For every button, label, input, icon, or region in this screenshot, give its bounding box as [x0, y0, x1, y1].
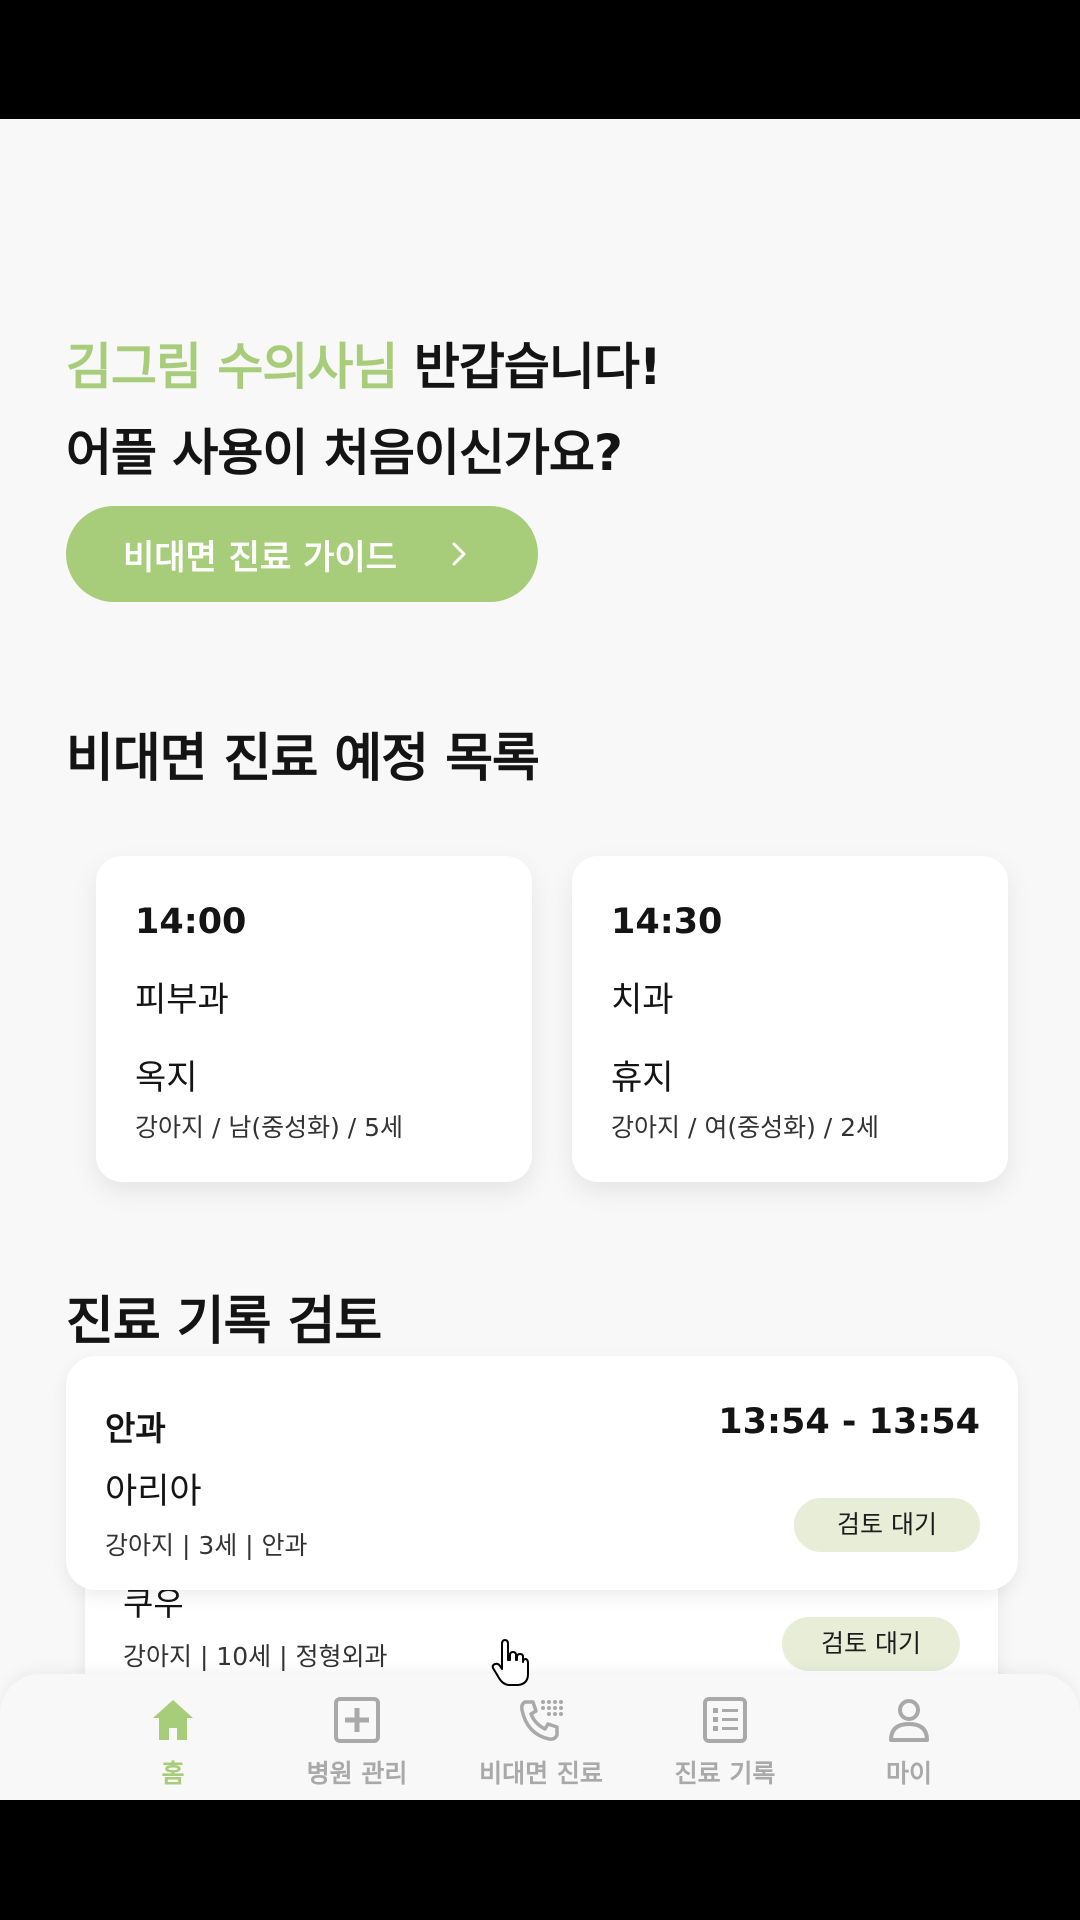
review-status-badge: 검토 대기: [782, 1617, 960, 1671]
schedule-time: 14:00: [135, 902, 247, 942]
tab-label: 진료 기록: [674, 1759, 776, 1788]
record-pet-info: 강아지 | 10세 | 정형외과: [123, 1642, 388, 1671]
chevron-right-icon: [452, 542, 466, 566]
record-card[interactable]: 안과 13:54 - 13:54 아리아 강아지 | 3세 | 안과 검토 대기: [66, 1356, 1018, 1590]
schedule-card[interactable]: 14:30 치과 휴지 강아지 / 여(중성화) / 2세: [572, 856, 1008, 1182]
record-department: 안과: [105, 1409, 166, 1448]
greeting-line-2: 어플 사용이 처음이신가요?: [66, 424, 623, 482]
schedule-section-title: 비대면 진료 예정 목록: [66, 729, 540, 789]
tab-my[interactable]: 마이: [817, 1674, 1001, 1800]
guide-button-label: 비대면 진료 가이드: [123, 537, 397, 578]
tab-label: 병원 관리: [306, 1759, 408, 1788]
phone-dialpad-icon: [520, 1700, 563, 1741]
user-icon: [889, 1699, 929, 1742]
tab-telemedicine[interactable]: 비대면 진료: [449, 1674, 633, 1800]
schedule-pet-name: 옥지: [135, 1058, 198, 1098]
review-status-badge: 검토 대기: [794, 1498, 980, 1552]
schedule-card[interactable]: 14:00 피부과 옥지 강아지 / 남(중성화) / 5세: [96, 856, 532, 1182]
schedule-department: 치과: [611, 980, 674, 1020]
schedule-pet-info: 강아지 / 남(중성화) / 5세: [135, 1113, 404, 1142]
records-section-title: 진료 기록 검토: [66, 1292, 382, 1352]
schedule-pet-info: 강아지 / 여(중성화) / 2세: [611, 1113, 880, 1142]
tab-label: 홈: [161, 1759, 185, 1788]
greeting-welcome: 반갑습니다!: [397, 338, 662, 396]
bottom-tab-bar: 홈 병원 관리 비대면 진료 진료 기록 마이: [0, 1674, 1080, 1800]
app-screen: 김그림 수의사님 반갑습니다! 어플 사용이 처음이신가요? 비대면 진료 가이…: [0, 119, 1080, 1800]
tab-label: 비대면 진료: [479, 1759, 603, 1788]
list-document-icon: [703, 1697, 747, 1743]
vet-name: 김그림 수의사님: [66, 338, 398, 396]
tab-label: 마이: [885, 1759, 932, 1788]
record-pet-name: 아리아: [105, 1472, 202, 1512]
tab-home[interactable]: 홈: [81, 1674, 265, 1800]
record-pet-info: 강아지 | 3세 | 안과: [105, 1531, 308, 1560]
tab-hospital[interactable]: 병원 관리: [265, 1674, 449, 1800]
home-icon: [153, 1700, 193, 1740]
schedule-time: 14:30: [611, 902, 723, 942]
tab-medical-records[interactable]: 진료 기록: [633, 1674, 817, 1800]
hand-cursor-icon: [491, 1639, 529, 1686]
greeting: 김그림 수의사님 반갑습니다! 어플 사용이 처음이신가요?: [66, 324, 662, 496]
hospital-plus-icon: [334, 1697, 380, 1743]
schedule-department: 피부과: [135, 980, 229, 1020]
record-time-range: 13:54 - 13:54: [718, 1402, 980, 1442]
telemedicine-guide-button[interactable]: 비대면 진료 가이드: [66, 506, 538, 602]
greeting-line-1: 김그림 수의사님 반갑습니다!: [66, 324, 662, 410]
schedule-pet-name: 휴지: [611, 1058, 674, 1098]
